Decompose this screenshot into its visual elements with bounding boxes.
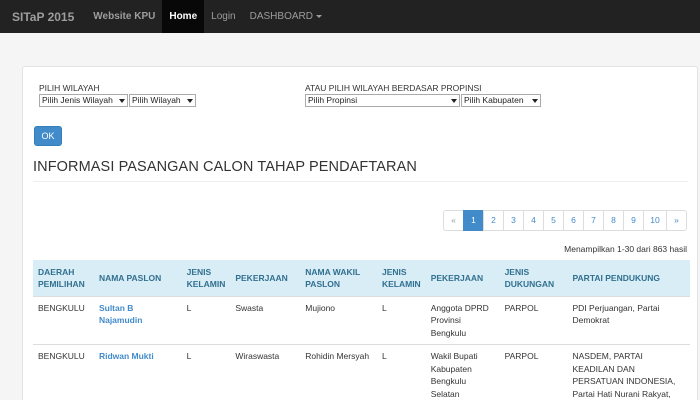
nav-website-kpu[interactable]: Website KPU bbox=[86, 0, 162, 33]
pagination: « 1 2 3 4 5 6 7 8 9 10 » bbox=[443, 210, 687, 231]
top-navbar: SITaP 2015 Website KPU Home Login DASHBO… bbox=[0, 0, 700, 33]
pagination-prev[interactable]: « bbox=[443, 210, 464, 231]
cell-jenis-kelamin: L bbox=[181, 295, 231, 345]
pilih-wilayah-label: PILIH WILAYAH bbox=[39, 83, 100, 93]
header-nama-wakil[interactable]: NAMA WAKIL PASLON bbox=[300, 260, 377, 296]
cell-pekerjaan-wakil: Wakil Bupati Kabupaten Bengkulu Selatan bbox=[425, 344, 500, 400]
pagination-page-2[interactable]: 2 bbox=[483, 210, 504, 231]
propinsi-value: Pilih Propinsi bbox=[308, 95, 358, 105]
cell-jenis-dukungan: PARPOL bbox=[499, 295, 568, 345]
header-jenis-kelamin[interactable]: JENIS KELAMIN bbox=[181, 260, 231, 296]
header-pekerjaan-wakil[interactable]: PEKERJAAN bbox=[425, 260, 500, 296]
cell-pekerjaan: Swasta bbox=[230, 295, 301, 345]
nav-dashboard-dropdown[interactable]: DASHBOARD bbox=[243, 0, 329, 33]
pagination-page-5[interactable]: 5 bbox=[543, 210, 564, 231]
cell-jenis-kelamin: L bbox=[181, 344, 231, 400]
kabupaten-value: Pilih Kabupaten bbox=[464, 95, 524, 105]
cell-jenis-kelamin-wakil: L bbox=[376, 344, 426, 400]
dropdown-arrow-icon bbox=[532, 99, 538, 103]
main-panel: PILIH WILAYAH Pilih Jenis Wilayah Pilih … bbox=[22, 66, 698, 400]
cell-daerah: BENGKULU bbox=[33, 344, 94, 400]
cell-partai-pendukung: NASDEM, PARTAI KEADILAN DAN PERSATUAN IN… bbox=[567, 344, 690, 400]
cell-pekerjaan-wakil: Anggota DPRD Provinsi Bengkulu bbox=[425, 295, 500, 345]
pagination-page-3[interactable]: 3 bbox=[503, 210, 524, 231]
dropdown-arrow-icon bbox=[451, 99, 457, 103]
ok-button[interactable]: OK bbox=[34, 126, 62, 146]
pagination-page-4[interactable]: 4 bbox=[523, 210, 544, 231]
pagination-page-7[interactable]: 7 bbox=[583, 210, 604, 231]
nav-dashboard-label: DASHBOARD bbox=[249, 11, 313, 22]
header-daerah[interactable]: DAERAH PEMILIHAN bbox=[33, 260, 94, 296]
cell-partai-pendukung: PDI Perjuangan, Partai Demokrat bbox=[567, 295, 690, 345]
candidates-table: DAERAH PEMILIHAN NAMA PASLON JENIS KELAM… bbox=[33, 260, 690, 400]
header-jenis-dukungan[interactable]: JENIS DUKUNGAN bbox=[499, 260, 568, 296]
nav-login[interactable]: Login bbox=[204, 0, 242, 33]
divider bbox=[33, 181, 688, 182]
pagination-page-1[interactable]: 1 bbox=[463, 210, 484, 231]
header-nama-paslon[interactable]: NAMA PASLON bbox=[93, 260, 182, 296]
pagination-page-10[interactable]: 10 bbox=[643, 210, 667, 231]
cell-jenis-dukungan: PARPOL bbox=[499, 344, 568, 400]
table-row: BENGKULU Sultan B Najamudin L Swasta Muj… bbox=[33, 295, 690, 345]
jenis-wilayah-value: Pilih Jenis Wilayah bbox=[42, 95, 113, 105]
cell-pekerjaan: Wiraswasta bbox=[230, 344, 301, 400]
cell-nama-wakil: Mujiono bbox=[300, 295, 377, 345]
header-partai-pendukung[interactable]: PARTAI PENDUKUNG bbox=[567, 260, 690, 296]
nav-home[interactable]: Home bbox=[162, 0, 205, 33]
table-row: BENGKULU Ridwan Mukti L Wiraswasta Rohid… bbox=[33, 344, 690, 400]
table-header-row: DAERAH PEMILIHAN NAMA PASLON JENIS KELAM… bbox=[33, 260, 690, 296]
caret-down-icon bbox=[315, 14, 322, 18]
propinsi-select[interactable]: Pilih Propinsi bbox=[305, 94, 460, 107]
pagination-page-9[interactable]: 9 bbox=[623, 210, 644, 231]
cell-daerah: BENGKULU bbox=[33, 295, 94, 345]
jenis-wilayah-select[interactable]: Pilih Jenis Wilayah bbox=[39, 94, 128, 107]
page-title: INFORMASI PASANGAN CALON TAHAP PENDAFTAR… bbox=[33, 159, 417, 175]
header-jenis-kelamin-wakil[interactable]: JENIS KELAMIN bbox=[376, 260, 426, 296]
propinsi-label: ATAU PILIH WILAYAH BERDASAR PROPINSI bbox=[305, 83, 482, 93]
pagination-next[interactable]: » bbox=[666, 210, 687, 231]
cell-nama-paslon-link[interactable]: Sultan B Najamudin bbox=[93, 295, 182, 345]
dropdown-arrow-icon bbox=[187, 99, 193, 103]
cell-nama-wakil: Rohidin Mersyah bbox=[300, 344, 377, 400]
kabupaten-select[interactable]: Pilih Kabupaten bbox=[461, 94, 541, 107]
brand-logo[interactable]: SITaP 2015 bbox=[0, 10, 86, 24]
cell-jenis-kelamin-wakil: L bbox=[376, 295, 426, 345]
pagination-page-8[interactable]: 8 bbox=[603, 210, 624, 231]
cell-nama-paslon-link[interactable]: Ridwan Mukti bbox=[93, 344, 182, 400]
header-pekerjaan[interactable]: PEKERJAAN bbox=[230, 260, 301, 296]
wilayah-select[interactable]: Pilih Wilayah bbox=[129, 94, 196, 107]
pagination-page-6[interactable]: 6 bbox=[563, 210, 584, 231]
results-count: Menampilkan 1-30 dari 863 hasil bbox=[564, 244, 687, 254]
dropdown-arrow-icon bbox=[119, 99, 125, 103]
wilayah-value: Pilih Wilayah bbox=[132, 95, 181, 105]
